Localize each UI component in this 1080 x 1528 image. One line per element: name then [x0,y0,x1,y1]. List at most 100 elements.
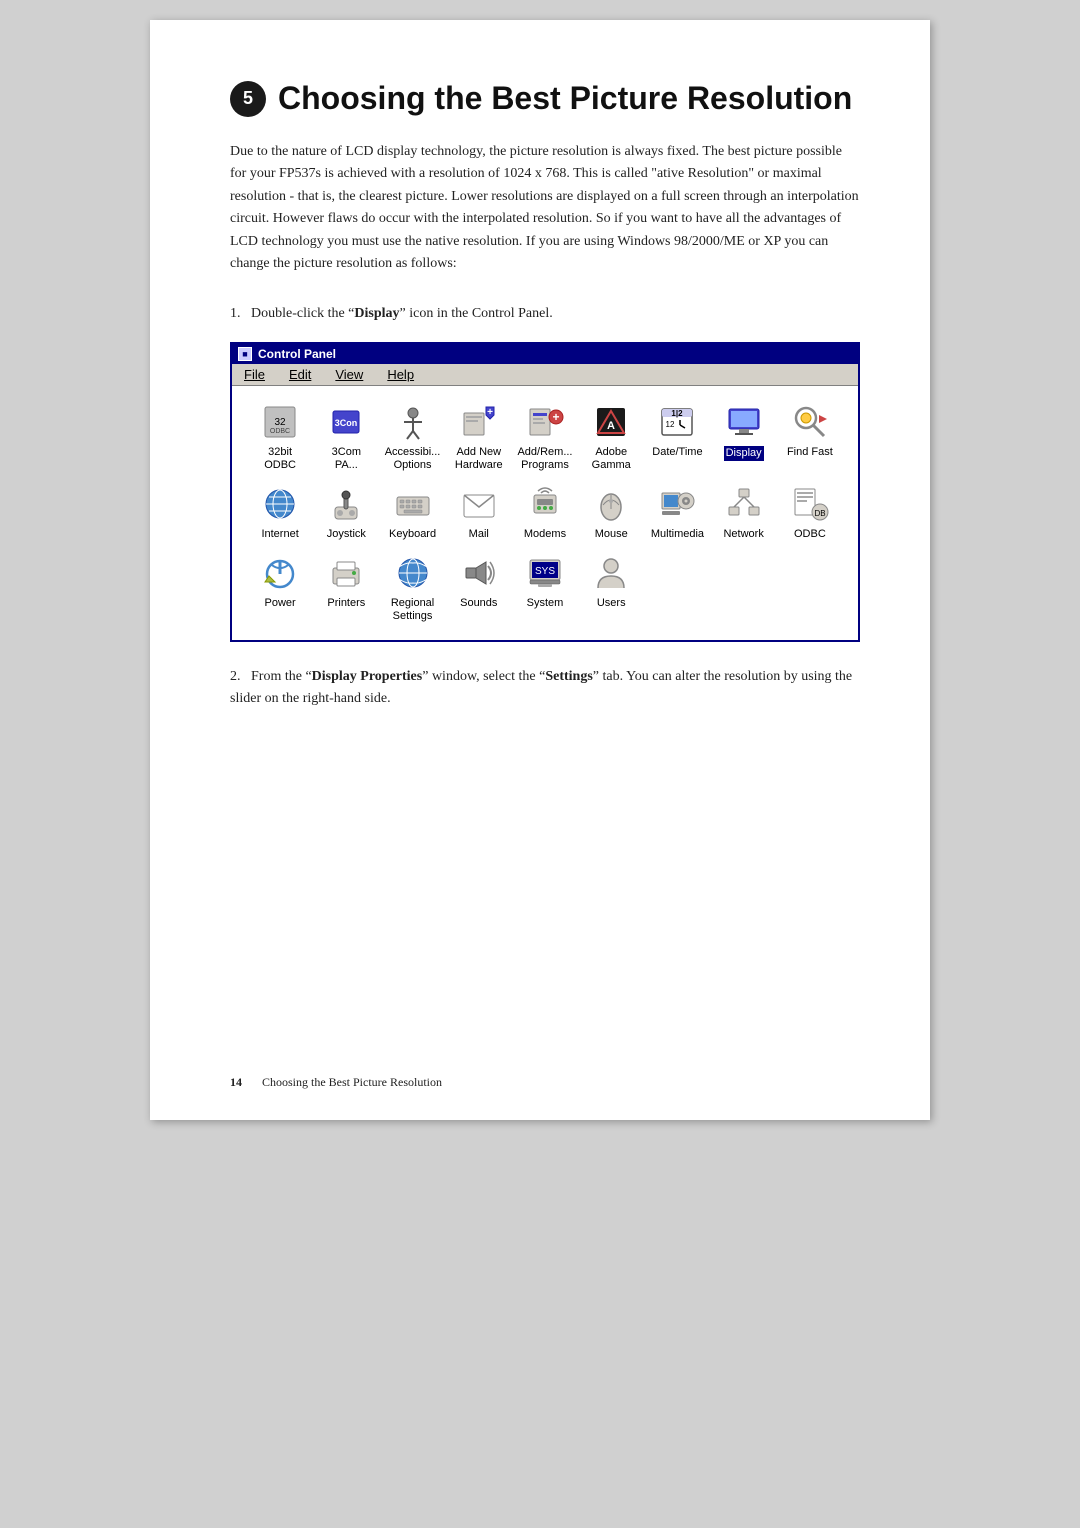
window-menubar: File Edit View Help [232,364,858,386]
cp-label-keyboard: Keyboard [389,528,436,541]
svg-text:+: + [487,407,493,418]
svg-text:12: 12 [666,420,675,429]
cp-label-32bit-odbc: 32bitODBC [264,446,296,472]
window-title: Control Panel [258,347,336,361]
cp-label-adobe: AdobeGamma [592,446,631,472]
step-1-text-after: ” icon in the Control Panel. [400,306,553,321]
cp-label-users: Users [597,597,626,610]
cp-item-printers[interactable]: Printers [314,549,378,627]
cp-icon-keyboard [393,484,433,524]
footer-chapter-title: Choosing the Best Picture Resolution [262,1075,442,1090]
cp-icon-adobe: A [591,402,631,442]
cp-icon-system: SYS [525,553,565,593]
step-2-text-mid: ” window, select the “ [422,669,545,684]
cp-label-joystick: Joystick [327,528,366,541]
cp-icon-display [724,402,764,442]
cp-label-findfast: Find Fast [787,446,833,459]
intro-paragraph: Due to the nature of LCD display technol… [230,141,860,275]
step-1-text-before: Double-click the “ [251,306,354,321]
cp-icon-network [724,484,764,524]
step-1-num: 1. [230,306,248,321]
step-1: 1. Double-click the “Display” icon in th… [230,303,860,325]
step-2: 2. From the “Display Properties” window,… [230,666,860,711]
page-title: Choosing the Best Picture Resolution [278,80,852,117]
window-titlebar: ■ Control Panel [232,344,858,364]
cp-icon-modems [525,484,565,524]
cp-item-mouse[interactable]: Mouse [579,480,643,545]
cp-label-sounds: Sounds [460,597,497,610]
cp-label-odbc: ODBC [794,528,826,541]
cp-icon-datetime: 1|212 [657,402,697,442]
control-panel-window: ■ Control Panel File Edit View Help 32OD… [230,342,860,642]
chapter-icon: 5 [230,81,266,117]
cp-item-users[interactable]: Users [579,549,643,627]
cp-label-internet: Internet [261,528,298,541]
cp-icon-printers [326,553,366,593]
icon-grid: 32ODBC 32bitODBC 3Con 3ComPA... Accessib… [232,386,858,640]
cp-item-datetime[interactable]: 1|212 Date/Time [645,398,709,476]
cp-item-adobe[interactable]: A AdobeGamma [579,398,643,476]
cp-item-mail[interactable]: Mail [447,480,511,545]
cp-item-addnew[interactable]: + Add NewHardware [447,398,511,476]
cp-item-addrem[interactable]: + Add/Rem...Programs [513,398,577,476]
menu-help[interactable]: Help [383,366,418,383]
cp-icon-accessibility [393,402,433,442]
cp-label-display: Display [724,446,764,461]
cp-item-sounds[interactable]: Sounds [447,549,511,627]
cp-icon-mail [459,484,499,524]
cp-icon-users [591,553,631,593]
svg-text:DB: DB [814,509,825,518]
cp-item-findfast[interactable]: Find Fast [778,398,842,476]
page-footer: 14 Choosing the Best Picture Resolution [150,1075,930,1090]
cp-item-odbc[interactable]: DB ODBC [778,480,842,545]
cp-item-joystick[interactable]: Joystick [314,480,378,545]
cp-label-system: System [527,597,564,610]
svg-text:3Con: 3Con [335,418,358,428]
cp-label-3com: 3ComPA... [332,446,361,472]
cp-item-internet[interactable]: Internet [248,480,312,545]
step-2-text-before: From the “ [251,669,312,684]
menu-edit[interactable]: Edit [285,366,315,383]
cp-label-addnew: Add NewHardware [455,446,503,472]
menu-view[interactable]: View [331,366,367,383]
cp-item-multimedia[interactable]: Multimedia [645,480,709,545]
cp-icon-internet [260,484,300,524]
cp-icon-3com: 3Con [326,402,366,442]
window-icon: ■ [238,347,252,361]
cp-item-display[interactable]: Display [712,398,776,476]
cp-item-accessibility[interactable]: Accessibi...Options [380,398,444,476]
cp-icon-32bit-odbc: 32ODBC [260,402,300,442]
cp-label-accessibility: Accessibi...Options [385,446,441,472]
cp-item-system[interactable]: SYS System [513,549,577,627]
cp-label-printers: Printers [327,597,365,610]
cp-item-regional[interactable]: RegionalSettings [380,549,444,627]
cp-item-network[interactable]: Network [712,480,776,545]
cp-item-modems[interactable]: Modems [513,480,577,545]
cp-item-power[interactable]: Power [248,549,312,627]
cp-item-3com[interactable]: 3Con 3ComPA... [314,398,378,476]
svg-text:32: 32 [275,417,287,428]
cp-icon-joystick [326,484,366,524]
cp-label-power: Power [265,597,296,610]
cp-icon-findfast [790,402,830,442]
page: 5 Choosing the Best Picture Resolution D… [150,20,930,1120]
cp-label-mail: Mail [469,528,489,541]
cp-icon-regional [393,553,433,593]
svg-text:ODBC: ODBC [270,428,290,435]
svg-text:+: + [552,410,559,424]
cp-label-network: Network [723,528,763,541]
cp-label-mouse: Mouse [595,528,628,541]
svg-text:A: A [607,420,615,432]
step-2-keyword-1: Display Properties [312,669,423,684]
cp-label-addrem: Add/Rem...Programs [517,446,572,472]
cp-icon-power [260,553,300,593]
step-2-keyword-2: Settings [545,669,592,684]
page-header: 5 Choosing the Best Picture Resolution [230,80,860,117]
menu-file[interactable]: File [240,366,269,383]
cp-icon-multimedia [657,484,697,524]
cp-icon-sounds [459,553,499,593]
step-1-keyword: Display [354,306,399,321]
cp-item-32bit-odbc[interactable]: 32ODBC 32bitODBC [248,398,312,476]
step-2-num: 2. [230,669,248,684]
cp-item-keyboard[interactable]: Keyboard [380,480,444,545]
